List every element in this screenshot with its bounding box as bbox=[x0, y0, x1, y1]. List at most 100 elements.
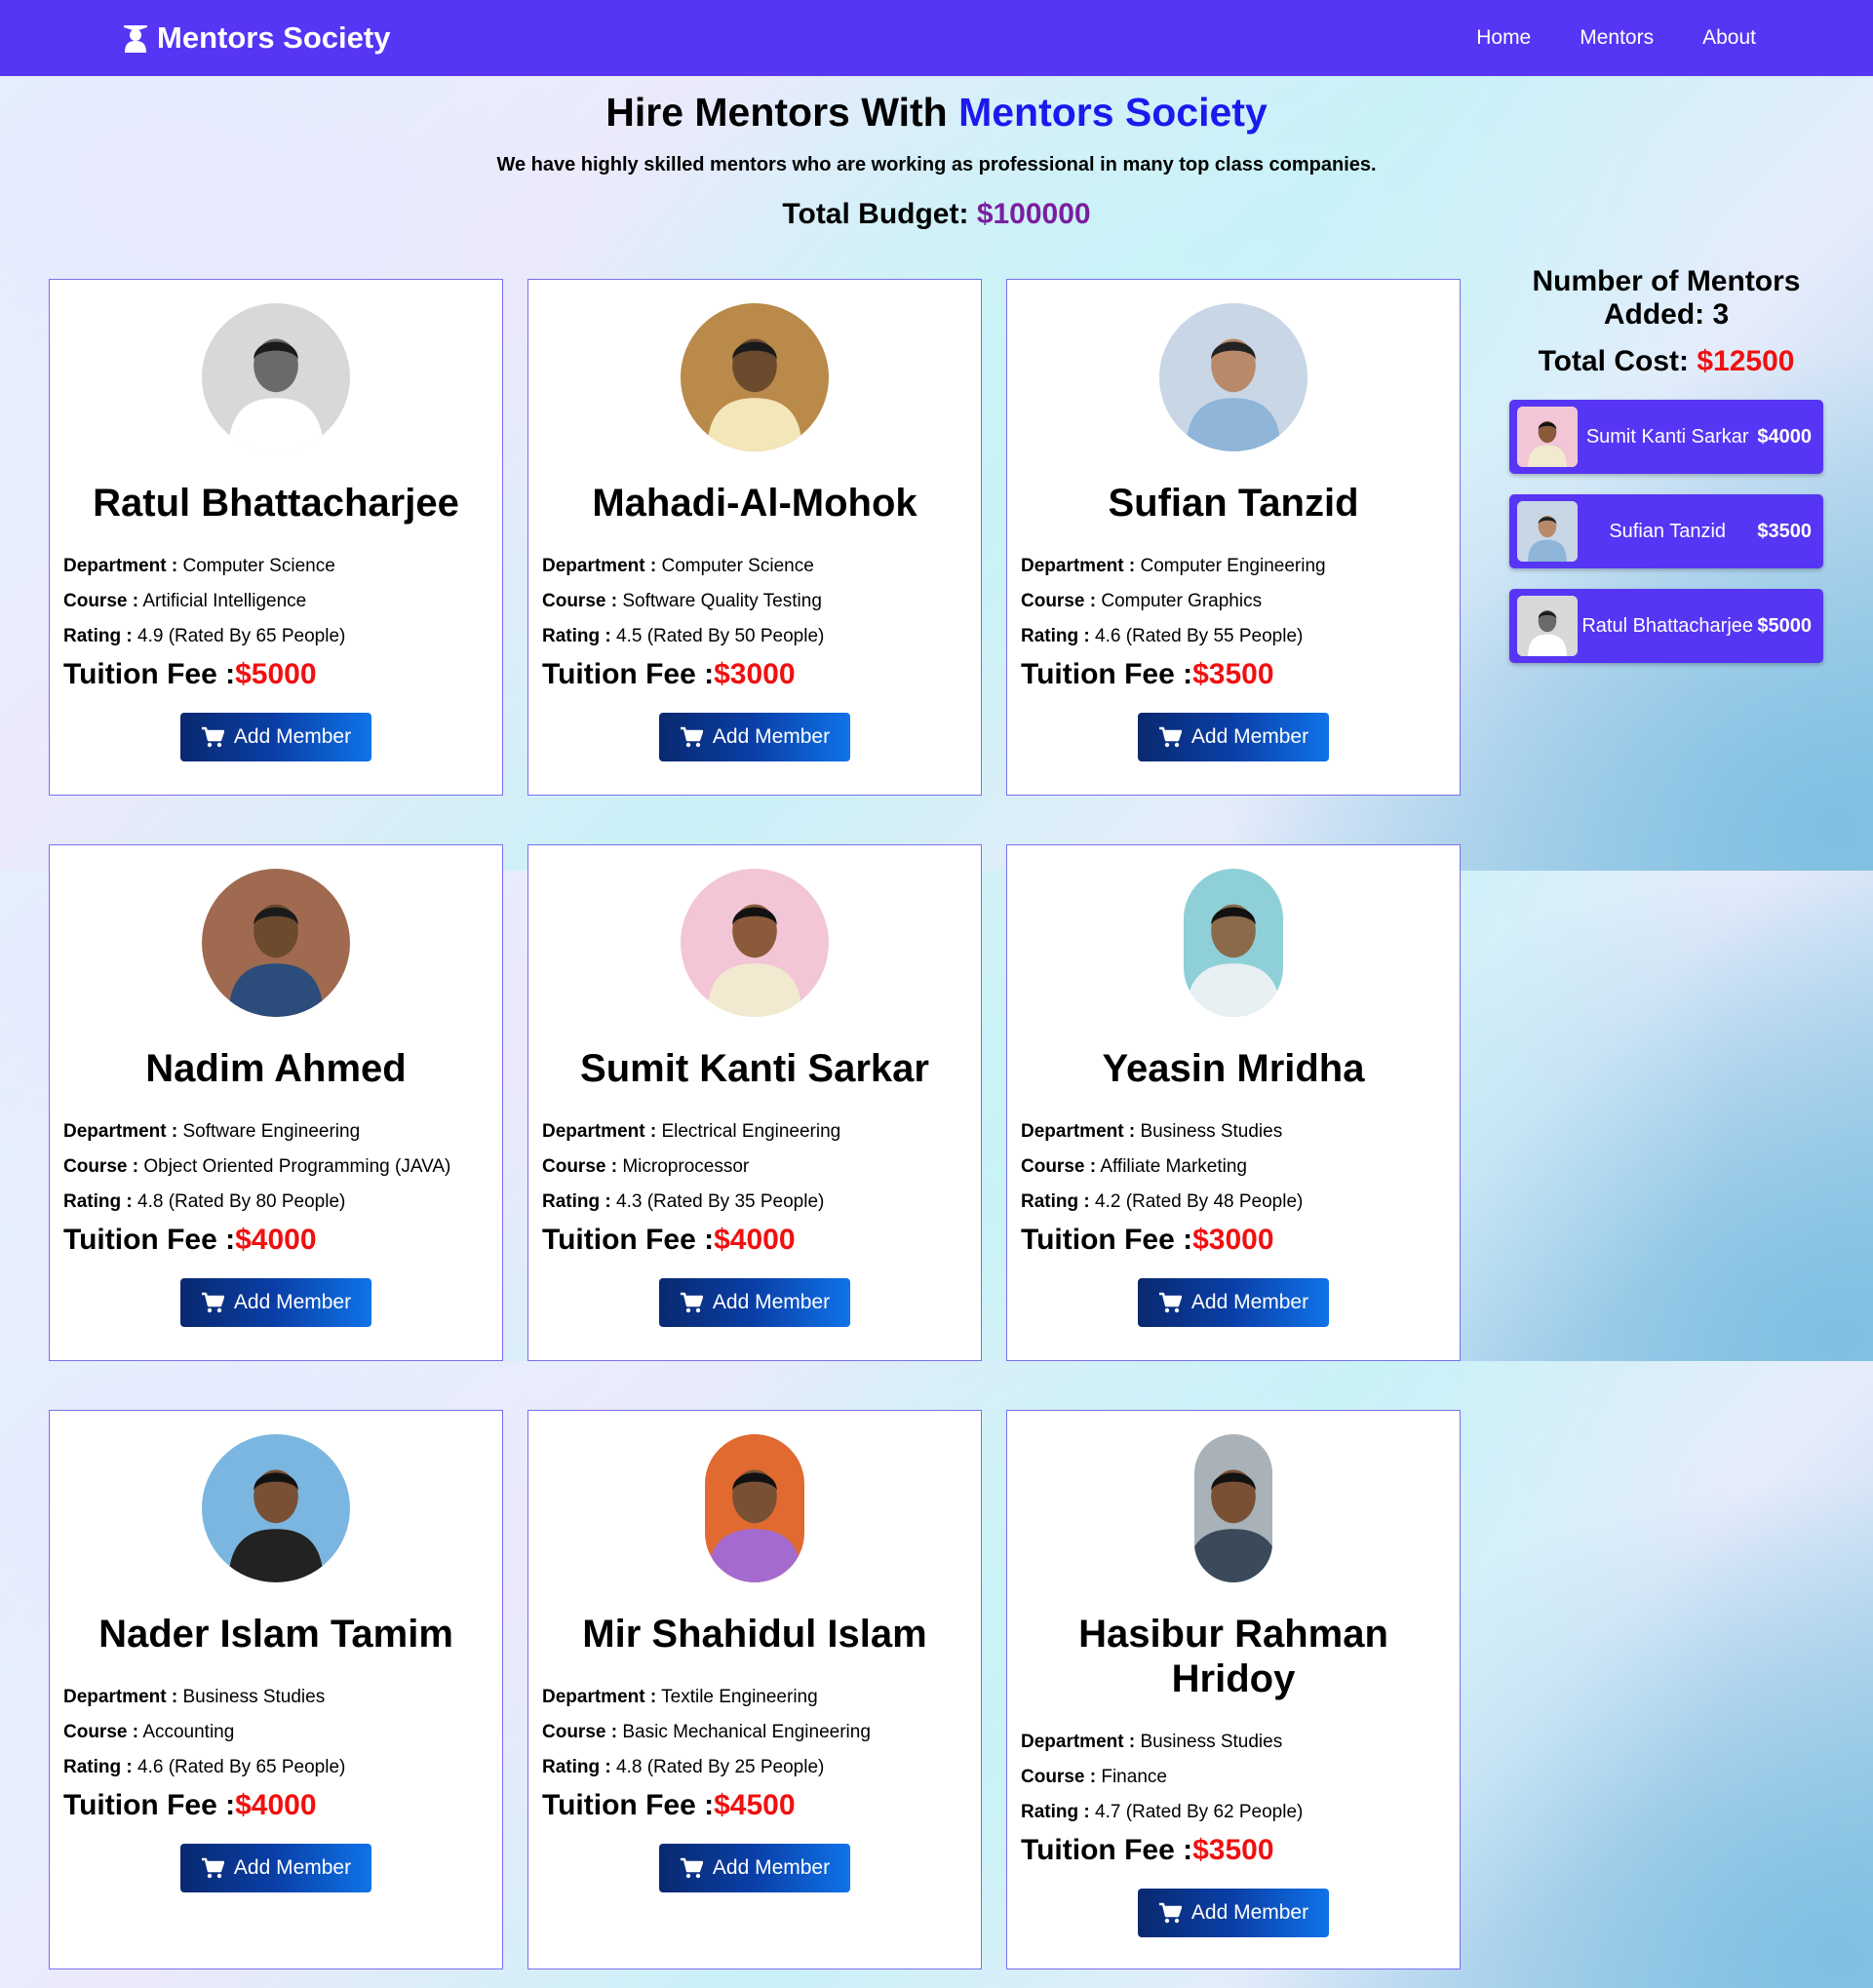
mentor-info: Department : Computer Science Course : So… bbox=[542, 549, 967, 654]
mentor-photo bbox=[1184, 869, 1283, 1017]
department-label: Department : bbox=[63, 556, 178, 576]
nav-link-about[interactable]: About bbox=[1702, 26, 1756, 50]
mentor-rating: Rating : 4.9 (Rated By 65 People) bbox=[63, 619, 488, 654]
selected-mentors-list: Sumit Kanti Sarkar $4000 Sufian Tanzid $350… bbox=[1509, 400, 1823, 663]
fee-value: $4000 bbox=[714, 1224, 796, 1256]
nav-link-mentors[interactable]: Mentors bbox=[1580, 26, 1654, 50]
department-value: Textile Engineering bbox=[661, 1687, 818, 1707]
add-member-button[interactable]: Add Member bbox=[1138, 713, 1329, 761]
page-subtitle: We have highly skilled mentors who are w… bbox=[496, 154, 1377, 175]
mentor-course: Course : Microprocessor bbox=[542, 1150, 967, 1185]
add-member-label: Add Member bbox=[1190, 725, 1309, 748]
nav-link-home[interactable]: Home bbox=[1476, 26, 1531, 50]
selected-mentor-price: $3500 bbox=[1757, 520, 1812, 542]
mentor-rating: Rating : 4.3 (Rated By 35 People) bbox=[542, 1185, 967, 1220]
mentor-course: Course : Software Quality Testing bbox=[542, 584, 967, 619]
add-member-button[interactable]: Add Member bbox=[180, 1278, 371, 1327]
course-value: Software Quality Testing bbox=[622, 591, 822, 611]
add-member-button[interactable]: Add Member bbox=[1138, 1889, 1329, 1937]
mentor-card: Nader Islam Tamim Department : Business S… bbox=[49, 1410, 503, 1969]
add-member-button[interactable]: Add Member bbox=[1138, 1278, 1329, 1327]
add-member-label: Add Member bbox=[233, 1291, 352, 1313]
mentor-card: Yeasin Mridha Department : Business Studi… bbox=[1006, 844, 1461, 1361]
mentor-name: Hasibur Rahman Hridoy bbox=[1078, 1613, 1388, 1700]
rating-label: Rating : bbox=[542, 626, 611, 646]
add-member-button[interactable]: Add Member bbox=[180, 1844, 371, 1892]
course-label: Course : bbox=[542, 1722, 618, 1742]
mentor-info: Department : Business Studies Course : Af… bbox=[1021, 1114, 1446, 1220]
selected-mentor-thumb bbox=[1517, 596, 1578, 656]
mentor-info: Department : Textile Engineering Course :… bbox=[542, 1680, 967, 1785]
cart-icon bbox=[680, 726, 703, 748]
add-member-label: Add Member bbox=[233, 1856, 352, 1879]
fee-value: $3500 bbox=[1192, 1834, 1274, 1866]
department-value: Computer Science bbox=[182, 556, 335, 576]
selected-mentor-name: Sufian Tanzid bbox=[1609, 520, 1727, 542]
course-value: Object Oriented Programming (JAVA) bbox=[143, 1156, 451, 1177]
add-member-button[interactable]: Add Member bbox=[659, 713, 850, 761]
selected-mentor-price: $5000 bbox=[1757, 614, 1812, 637]
course-label: Course : bbox=[542, 591, 618, 611]
department-label: Department : bbox=[63, 1687, 178, 1707]
fee-value: $4500 bbox=[714, 1789, 796, 1821]
mentor-course: Course : Affiliate Marketing bbox=[1021, 1150, 1446, 1185]
add-member-button[interactable]: Add Member bbox=[180, 713, 371, 761]
rating-value: 4.8 (Rated By 80 People) bbox=[137, 1191, 346, 1212]
department-label: Department : bbox=[542, 1121, 657, 1142]
mentor-department: Department : Computer Science bbox=[542, 549, 967, 584]
rating-label: Rating : bbox=[542, 1191, 611, 1212]
course-label: Course : bbox=[1021, 1767, 1097, 1787]
mentor-course: Course : Finance bbox=[1021, 1760, 1446, 1795]
cart-summary: Number of Mentors Added: 3 Total Cost: $… bbox=[1509, 265, 1823, 663]
selected-mentor-item[interactable]: Ratul Bhattacharjee $5000 bbox=[1509, 589, 1823, 663]
mentor-department: Department : Electrical Engineering bbox=[542, 1114, 967, 1150]
mentor-fee: Tuition Fee :$4000 bbox=[63, 1224, 488, 1257]
rating-label: Rating : bbox=[63, 1191, 133, 1212]
hero: Hire Mentors With Mentors Society We hav… bbox=[0, 76, 1873, 231]
mentor-fee: Tuition Fee :$3000 bbox=[542, 658, 967, 691]
mentor-fee: Tuition Fee :$4000 bbox=[63, 1789, 488, 1822]
mentor-department: Department : Textile Engineering bbox=[542, 1680, 967, 1715]
selected-mentor-item[interactable]: Sumit Kanti Sarkar $4000 bbox=[1509, 400, 1823, 474]
rating-value: 4.6 (Rated By 55 People) bbox=[1095, 626, 1304, 646]
rating-label: Rating : bbox=[63, 1757, 133, 1777]
mentor-course: Course : Artificial Intelligence bbox=[63, 584, 488, 619]
mentor-department: Department : Computer Science bbox=[63, 549, 488, 584]
mentor-photo bbox=[202, 303, 350, 451]
cost-label: Total Cost: bbox=[1538, 345, 1697, 377]
rating-value: 4.9 (Rated By 65 People) bbox=[137, 626, 346, 646]
mentor-department: Department : Business Studies bbox=[63, 1680, 488, 1715]
fee-value: $3000 bbox=[1192, 1224, 1274, 1256]
mentor-department: Department : Computer Engineering bbox=[1021, 549, 1446, 584]
selected-mentor-photo bbox=[1517, 501, 1578, 562]
course-value: Computer Graphics bbox=[1101, 591, 1263, 611]
cart-icon bbox=[1158, 726, 1182, 748]
rating-value: 4.7 (Rated By 62 People) bbox=[1095, 1802, 1304, 1822]
rating-label: Rating : bbox=[1021, 626, 1090, 646]
brand[interactable]: Mentors Society bbox=[122, 20, 390, 56]
title-accent: Mentors Society bbox=[958, 90, 1268, 135]
mentors-added-count: Number of Mentors Added: 3 bbox=[1532, 265, 1801, 331]
mentor-course: Course : Accounting bbox=[63, 1715, 488, 1750]
selected-mentor-item[interactable]: Sufian Tanzid $3500 bbox=[1509, 494, 1823, 568]
mentor-department: Department : Software Engineering bbox=[63, 1114, 488, 1150]
mentor-course: Course : Basic Mechanical Engineering bbox=[542, 1715, 967, 1750]
add-member-button[interactable]: Add Member bbox=[659, 1844, 850, 1892]
navbar: Mentors Society Home Mentors About bbox=[0, 0, 1873, 76]
add-member-label: Add Member bbox=[1190, 1901, 1309, 1924]
mentor-photo bbox=[202, 1434, 350, 1582]
cart-icon bbox=[680, 1857, 703, 1879]
mentor-info: Department : Computer Science Course : Ar… bbox=[63, 549, 488, 654]
mentor-name: Mir Shahidul Islam bbox=[582, 1613, 927, 1656]
department-label: Department : bbox=[1021, 556, 1136, 576]
mentor-avatar bbox=[202, 303, 350, 451]
rating-label: Rating : bbox=[1021, 1802, 1090, 1822]
add-member-button[interactable]: Add Member bbox=[659, 1278, 850, 1327]
department-label: Department : bbox=[542, 1687, 657, 1707]
mentor-photo bbox=[705, 1434, 804, 1582]
mentor-photo bbox=[681, 869, 829, 1017]
course-value: Basic Mechanical Engineering bbox=[622, 1722, 871, 1742]
mentor-card: Nadim Ahmed Department : Software Enginee… bbox=[49, 844, 503, 1361]
cart-icon bbox=[1158, 1292, 1182, 1313]
fee-label: Tuition Fee : bbox=[63, 1789, 236, 1821]
